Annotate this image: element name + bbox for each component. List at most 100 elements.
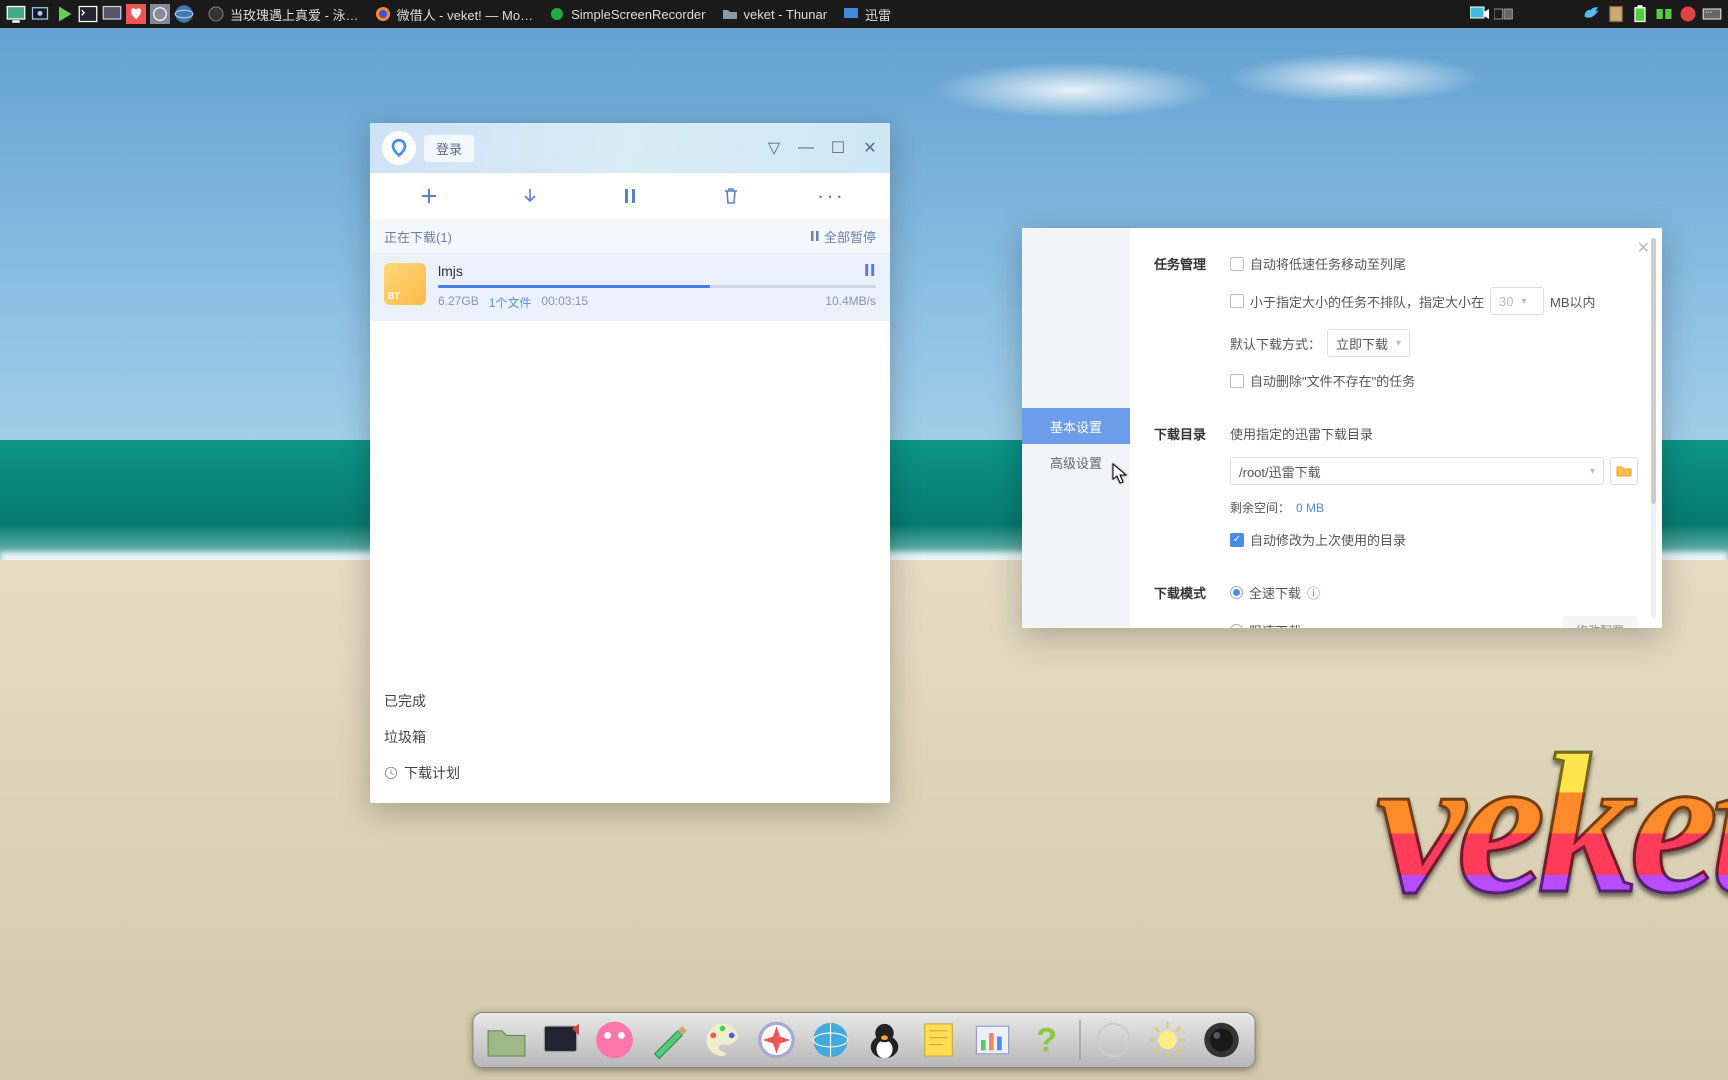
- firefox-icon: [375, 6, 391, 22]
- tray-display-icon[interactable]: [6, 4, 26, 24]
- tray-capture-icon[interactable]: [30, 4, 50, 24]
- folder-open-icon: [1616, 463, 1632, 479]
- xunlei-logo-icon: [382, 131, 416, 165]
- taskbar-task-firefox[interactable]: 微借人 - veket! — Mo…: [367, 0, 542, 28]
- radio-limited[interactable]: [1230, 624, 1243, 628]
- settings-window: ✕ 基本设置 高级设置 任务管理 自动将低速任务移动至列尾 小于指定大小的任务不…: [1022, 228, 1662, 628]
- section-task-mgmt-label: 任务管理: [1154, 254, 1230, 404]
- dock-chart-icon[interactable]: [970, 1017, 1016, 1063]
- modify-config-button[interactable]: 修改配置: [1562, 616, 1638, 628]
- dock-tablet-icon[interactable]: [538, 1017, 584, 1063]
- dock: ?: [473, 1012, 1256, 1068]
- taskbar: 当玫瑰遇上真爱 - 泳… 微借人 - veket! — Mo… SimpleSc…: [0, 0, 1728, 28]
- dock-safari-icon[interactable]: [754, 1017, 800, 1063]
- add-task-button[interactable]: [384, 186, 474, 206]
- delete-button[interactable]: [686, 186, 776, 206]
- file-count[interactable]: 1个文件: [489, 294, 532, 311]
- chk-auto-delete[interactable]: [1230, 374, 1244, 388]
- clock-icon: [384, 766, 398, 780]
- close-button[interactable]: ✕: [862, 140, 878, 156]
- dock-tux-icon[interactable]: [862, 1017, 908, 1063]
- dock-app-pink-icon[interactable]: [592, 1017, 638, 1063]
- download-item[interactable]: BT lmjs 6.27GB 1个文件 00:03:15 10.4MB/s: [370, 253, 890, 321]
- task-label: SimpleScreenRecorder: [571, 7, 705, 22]
- size-select[interactable]: 30▾: [1490, 287, 1544, 315]
- dock-separator: [1080, 1020, 1081, 1060]
- item-pause-button[interactable]: [864, 263, 876, 279]
- downloading-label: 正在下载(1): [384, 227, 452, 246]
- taskbar-task-thunar[interactable]: veket - Thunar: [714, 0, 836, 28]
- chk-move-slow[interactable]: [1230, 257, 1244, 271]
- tray-clipboard-icon[interactable]: [1606, 4, 1626, 24]
- chk-auto-delete-label: 自动删除"文件不存在"的任务: [1250, 371, 1415, 390]
- dir-path-select[interactable]: /root/迅雷下载▾: [1230, 457, 1604, 485]
- chk-remember-dir[interactable]: [1230, 533, 1244, 547]
- tray-monitor-icon[interactable]: [102, 4, 122, 24]
- tray-right: [1464, 4, 1728, 24]
- tray-heart-icon[interactable]: [126, 4, 146, 24]
- taskbar-task-recorder[interactable]: SimpleScreenRecorder: [541, 0, 713, 28]
- taskbar-task-xunlei[interactable]: 迅雷: [835, 0, 899, 28]
- dock-lens-icon[interactable]: [1199, 1017, 1245, 1063]
- tray-globe-icon[interactable]: [174, 4, 194, 24]
- task-label: 当玫瑰遇上真爱 - 泳…: [230, 5, 359, 24]
- browse-folder-button[interactable]: [1610, 457, 1638, 485]
- download-button[interactable]: [485, 186, 575, 206]
- free-space-label: 剩余空间：: [1230, 499, 1290, 516]
- dock-globe-icon[interactable]: [808, 1017, 854, 1063]
- sidebar-item-basic[interactable]: 基本设置: [1022, 408, 1130, 444]
- dock-sun-icon[interactable]: [1145, 1017, 1191, 1063]
- radio-fullspeed[interactable]: [1230, 586, 1243, 599]
- dock-editor-icon[interactable]: [646, 1017, 692, 1063]
- dock-help-icon[interactable]: ?: [1024, 1017, 1070, 1063]
- pause-all-button[interactable]: 全部暂停: [810, 227, 876, 246]
- tray-record-icon[interactable]: [1678, 4, 1698, 24]
- nav-trash[interactable]: 垃圾箱: [384, 719, 876, 755]
- chk-remember-dir-label: 自动修改为上次使用的目录: [1250, 530, 1406, 549]
- download-list-body: [370, 321, 890, 671]
- recorder-icon: [549, 6, 565, 22]
- tray-screen-icon[interactable]: [1470, 4, 1490, 24]
- dock-filemanager-icon[interactable]: [484, 1017, 530, 1063]
- task-label: veket - Thunar: [744, 7, 828, 22]
- sidebar-item-advanced[interactable]: 高级设置: [1022, 444, 1130, 480]
- task-label: 迅雷: [865, 5, 891, 24]
- toolbar: ···: [370, 173, 890, 219]
- taskbar-task-music[interactable]: 当玫瑰遇上真爱 - 泳…: [200, 0, 367, 28]
- maximize-button[interactable]: ☐: [830, 140, 846, 156]
- default-mode-select[interactable]: 立即下载▾: [1327, 329, 1410, 357]
- nav-completed[interactable]: 已完成: [384, 683, 876, 719]
- tray-terminal-icon[interactable]: [78, 4, 98, 24]
- minimize-button[interactable]: —: [798, 140, 814, 156]
- dock-extra1-icon[interactable]: [1091, 1017, 1137, 1063]
- radio-limited-label: 限速下载: [1249, 621, 1301, 628]
- pause-button[interactable]: [585, 186, 675, 206]
- scrollbar-thumb[interactable]: [1651, 238, 1656, 504]
- scrollbar[interactable]: [1651, 238, 1656, 618]
- status-bar: 正在下载(1) 全部暂停: [370, 219, 890, 253]
- tray-compass-icon[interactable]: [150, 4, 170, 24]
- nav-schedule[interactable]: 下载计划: [384, 755, 876, 791]
- tray-keyboard-icon[interactable]: [1702, 4, 1722, 24]
- login-button[interactable]: 登录: [424, 135, 474, 162]
- titlebar[interactable]: 登录 ▽ — ☐ ✕: [370, 123, 890, 173]
- default-mode-label: 默认下载方式：: [1230, 334, 1321, 353]
- dock-palette-icon[interactable]: [700, 1017, 746, 1063]
- tray-bird-icon[interactable]: [1582, 4, 1602, 24]
- menu-chevron-icon[interactable]: ▽: [766, 140, 782, 156]
- tray-network-icon[interactable]: [1654, 4, 1674, 24]
- more-button[interactable]: ···: [786, 183, 876, 209]
- dock-notes-icon[interactable]: [916, 1017, 962, 1063]
- chk-no-queue[interactable]: [1230, 294, 1244, 308]
- tray-play-icon[interactable]: [54, 4, 74, 24]
- settings-body: 任务管理 自动将低速任务移动至列尾 小于指定大小的任务不排队，指定大小在 30▾…: [1130, 228, 1662, 628]
- tray-battery-icon[interactable]: [1630, 4, 1650, 24]
- bt-file-icon: BT: [384, 263, 426, 305]
- settings-sidebar: 基本设置 高级设置: [1022, 228, 1130, 628]
- chk-no-queue-label: 小于指定大小的任务不排队，指定大小在: [1250, 292, 1484, 311]
- info-icon[interactable]: ⓘ: [1307, 583, 1320, 602]
- tray-workspaces-icon[interactable]: [1494, 4, 1514, 24]
- download-speed: 10.4MB/s: [825, 294, 876, 311]
- pause-all-label: 全部暂停: [824, 227, 876, 246]
- tray-left: [0, 4, 200, 24]
